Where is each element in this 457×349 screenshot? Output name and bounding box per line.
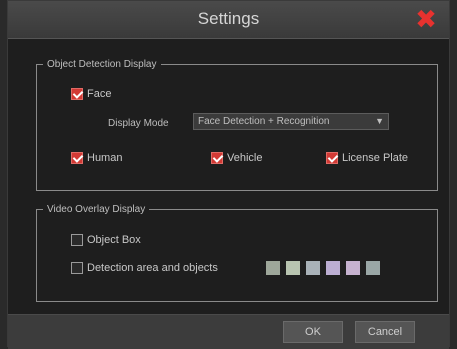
display-mode-value: Face Detection + Recognition [198, 116, 330, 127]
license-plate-option[interactable]: License Plate [326, 152, 408, 164]
face-option[interactable]: Face [71, 88, 111, 100]
object-box-checkbox[interactable] [71, 234, 83, 246]
human-label: Human [87, 152, 123, 164]
color-swatch[interactable] [366, 261, 380, 275]
object-box-label: Object Box [87, 234, 141, 246]
vehicle-label: Vehicle [227, 152, 263, 164]
face-checkbox[interactable] [71, 88, 83, 100]
color-swatch[interactable] [286, 261, 300, 275]
video-overlay-group: Video Overlay Display [36, 204, 438, 302]
title-bar: Settings ✖ [8, 1, 449, 39]
object-detection-legend: Object Detection Display [47, 59, 157, 70]
vehicle-checkbox[interactable] [211, 152, 223, 164]
detection-area-label: Detection area and objects [87, 262, 218, 274]
color-swatch[interactable] [346, 261, 360, 275]
detection-area-checkbox[interactable] [71, 262, 83, 274]
human-option[interactable]: Human [71, 152, 122, 164]
close-icon[interactable]: ✖ [415, 6, 437, 32]
color-swatch[interactable] [266, 261, 280, 275]
vehicle-option[interactable]: Vehicle [211, 152, 262, 164]
display-mode-select[interactable]: Face Detection + Recognition ▼ [193, 113, 389, 130]
video-overlay-legend: Video Overlay Display [47, 204, 146, 215]
face-label: Face [87, 88, 112, 100]
detection-area-option[interactable]: Detection area and objects [71, 262, 218, 274]
color-swatch[interactable] [306, 261, 320, 275]
dialog-title: Settings [197, 9, 260, 28]
color-swatch[interactable] [326, 261, 340, 275]
ok-button[interactable]: OK [283, 321, 343, 343]
dialog-footer: OK Cancel [8, 314, 449, 349]
chevron-down-icon: ▼ [375, 116, 384, 126]
display-mode-label: Display Mode [108, 118, 169, 129]
license-plate-checkbox[interactable] [326, 152, 338, 164]
cancel-button[interactable]: Cancel [355, 321, 415, 343]
color-swatches [266, 261, 380, 275]
license-plate-label: License Plate [342, 152, 409, 164]
object-box-option[interactable]: Object Box [71, 234, 141, 246]
settings-dialog: Settings ✖ Object Detection Display Face… [7, 0, 450, 349]
human-checkbox[interactable] [71, 152, 83, 164]
